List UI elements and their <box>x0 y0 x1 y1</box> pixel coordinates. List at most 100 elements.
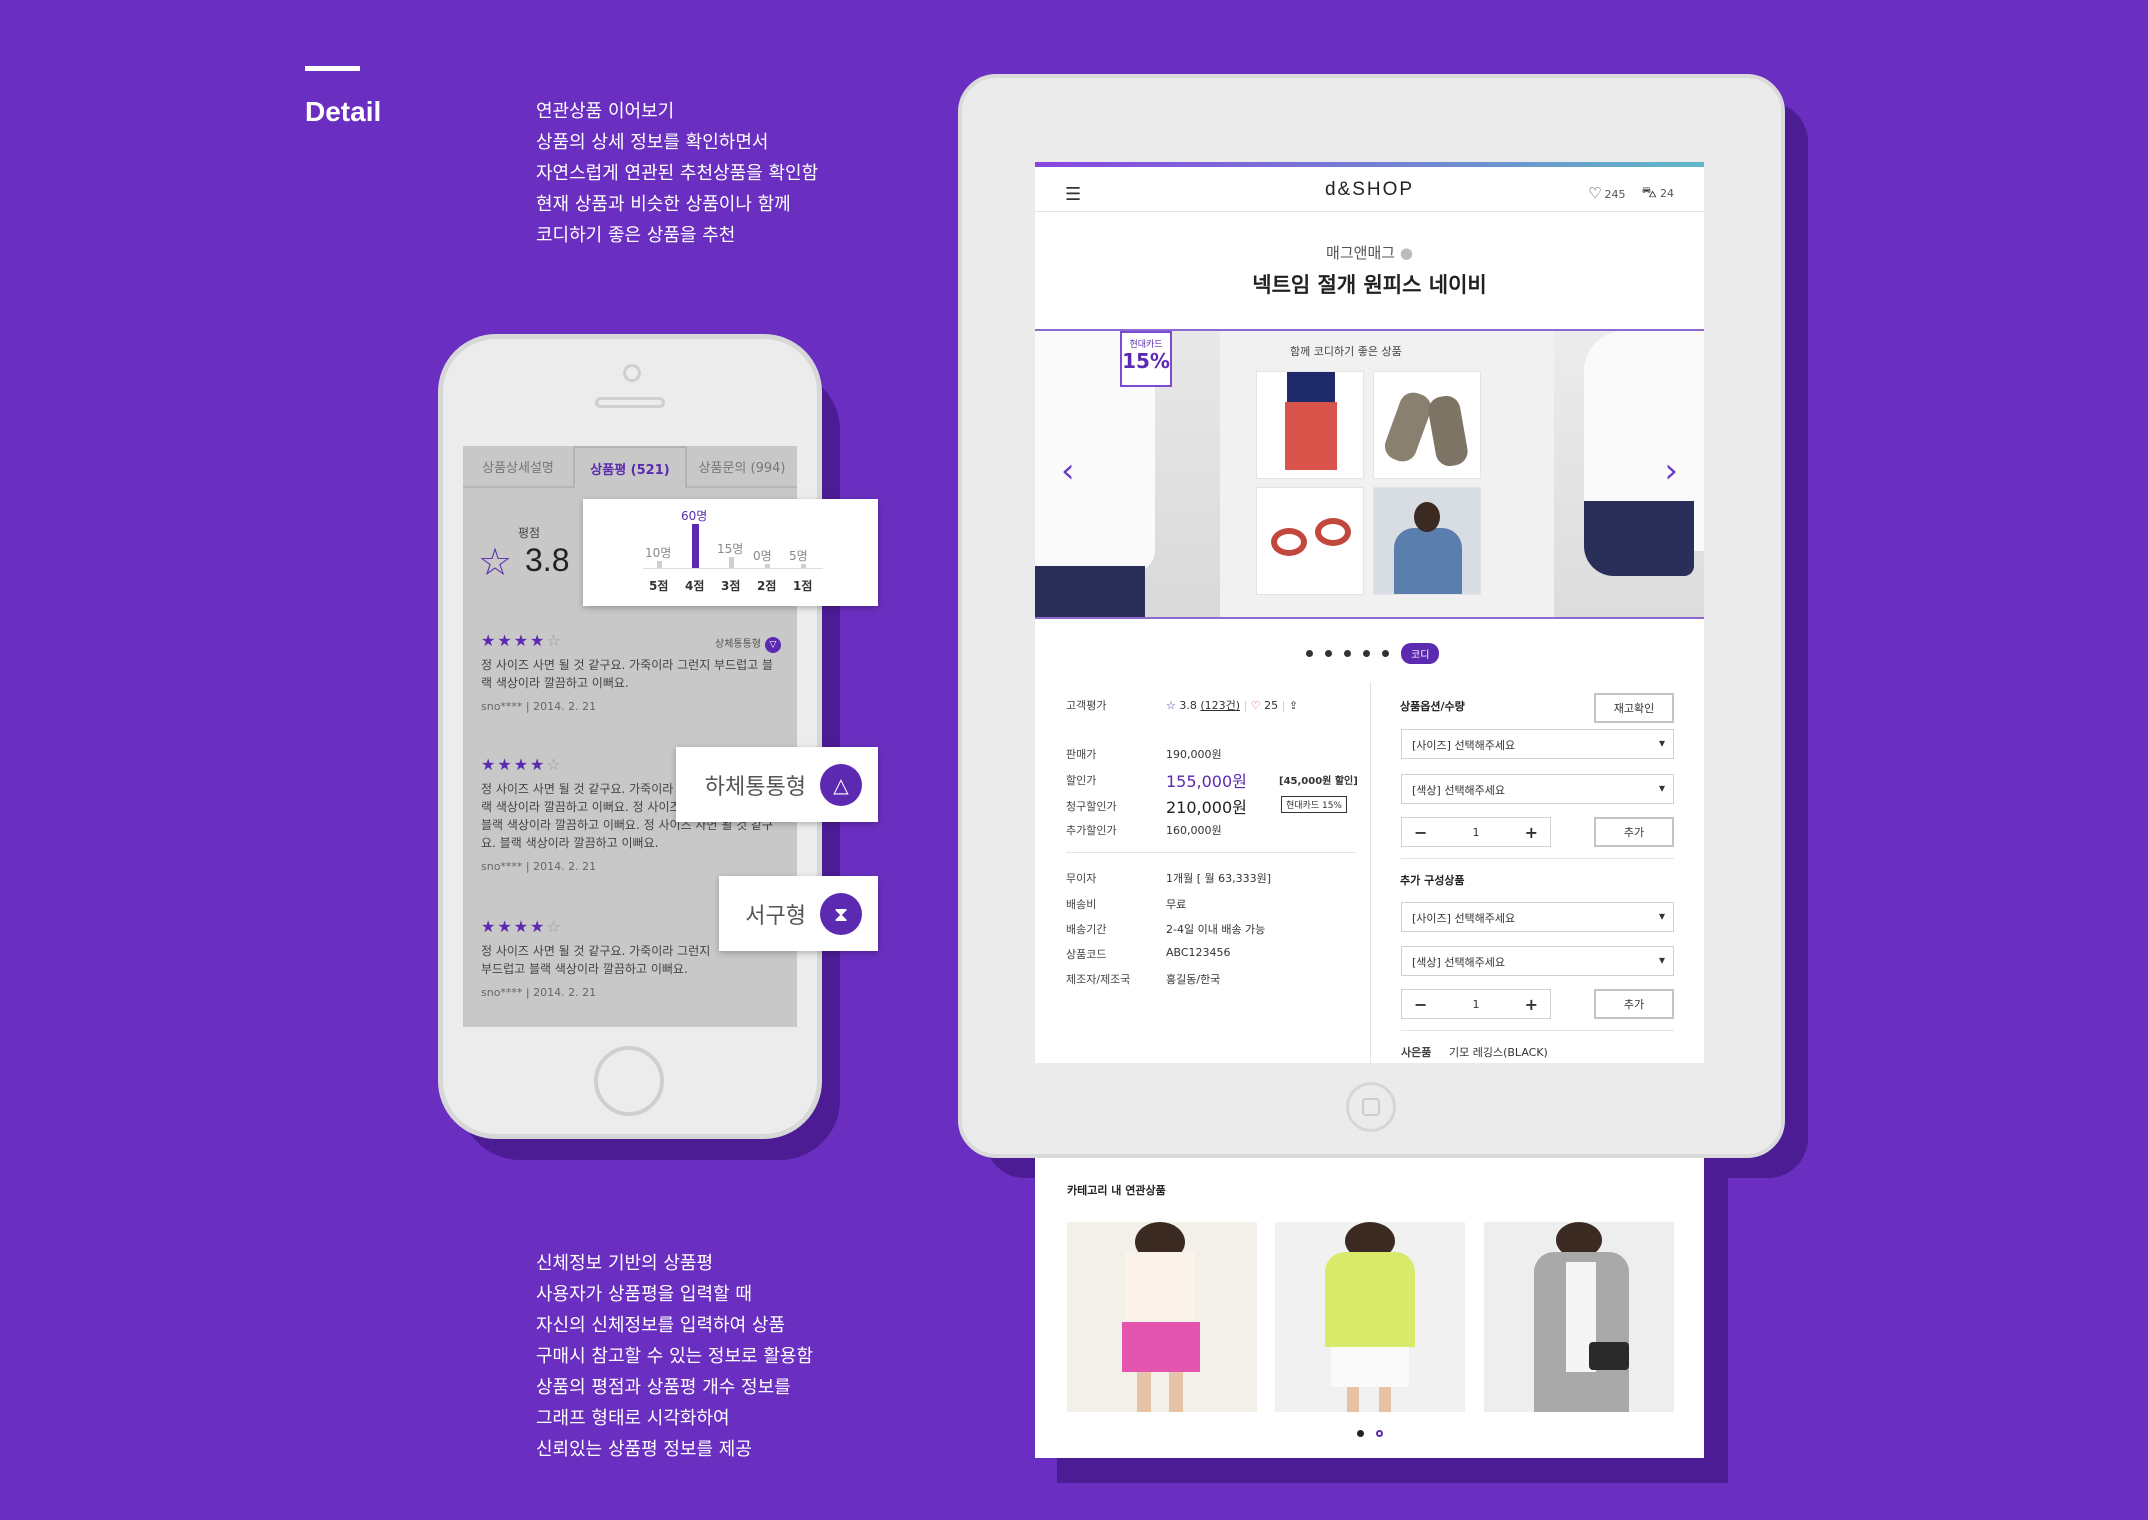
related-title: 카테고리 내 연관상품 <box>1067 1184 1166 1197</box>
desc-line: 상품의 평점과 상품평 개수 정보를 <box>536 1377 791 1398</box>
body-type-badge-lower[interactable]: 하체통통형 △ <box>676 747 878 822</box>
chart-category-label: 1점 <box>793 579 813 593</box>
color-select[interactable]: [색상] 선택해주세요 <box>1401 774 1674 804</box>
stock-check-button[interactable]: 재고확인 <box>1594 693 1674 723</box>
related-pagination <box>1357 1430 1383 1437</box>
section-title: Detail <box>305 96 382 127</box>
info-key: 배송비 <box>1066 898 1097 911</box>
chart-bar <box>692 524 699 568</box>
extra-discount-price: 160,000원 <box>1166 824 1222 837</box>
page-dot[interactable] <box>1363 650 1370 657</box>
info-key: 할인가 <box>1066 774 1097 787</box>
plus-button[interactable]: + <box>1525 823 1538 842</box>
chart-bar <box>801 564 806 568</box>
page-dot[interactable] <box>1382 650 1389 657</box>
cart-button[interactable]: ⛍ 24 <box>1642 183 1674 203</box>
share-icon[interactable]: ⇪ <box>1289 699 1298 712</box>
minus-button[interactable]: − <box>1414 995 1427 1014</box>
model-image-right <box>1554 331 1704 617</box>
tab-reviews[interactable]: 상품평 (521) <box>573 446 687 488</box>
info-value: 홍길동/한국 <box>1166 973 1221 986</box>
product-name: 넥트임 절개 원피스 네이비 <box>1252 273 1487 297</box>
slider-next-arrow[interactable]: › <box>1664 451 1678 491</box>
tab-product-detail[interactable]: 상품상세설명 <box>463 446 573 486</box>
chart-bar <box>729 557 734 568</box>
addon-add-button[interactable]: 추가 <box>1594 989 1674 1019</box>
size-select[interactable]: [사이즈] 선택해주세요 <box>1401 729 1674 759</box>
page-dot[interactable] <box>1344 650 1351 657</box>
gift-label: 사은품 <box>1401 1046 1432 1059</box>
coordinate-item-denim-jacket[interactable] <box>1373 487 1481 595</box>
coordinate-item-skirt[interactable] <box>1256 371 1364 479</box>
body-type-tag[interactable]: 상체통통형 ▽ <box>715 636 781 654</box>
chevron-right-icon: ● <box>1399 244 1413 262</box>
related-product-3[interactable] <box>1484 1222 1674 1412</box>
addon-color-select[interactable]: [색상] 선택해주세요 <box>1401 946 1674 976</box>
discount-price: 155,000원 <box>1166 772 1247 791</box>
wishlist-button[interactable]: ♡ 245 <box>1588 184 1625 202</box>
wishlist-count: 245 <box>1604 188 1626 201</box>
review-item: ★★★★☆ 상체통통형 ▽ 정 사이즈 사면 될 것 같구요. 가죽이라 그런지 … <box>481 632 781 716</box>
page-dot[interactable] <box>1357 1430 1364 1437</box>
plus-button[interactable]: + <box>1525 995 1538 1014</box>
addon-size-select[interactable]: [사이즈] 선택해주세요 <box>1401 902 1674 932</box>
phone-home-button[interactable] <box>594 1046 664 1116</box>
info-key: 청구할인가 <box>1066 800 1117 813</box>
options-label: 상품옵션/수량 <box>1400 700 1465 713</box>
chart-value-label: 0명 <box>753 549 772 563</box>
body-type-badge-western[interactable]: 서구형 ⧗ <box>719 876 878 951</box>
page-dot[interactable] <box>1306 650 1313 657</box>
slider-pagination: 코디 <box>1306 643 1440 664</box>
related-product-2[interactable] <box>1275 1222 1465 1412</box>
minus-button[interactable]: − <box>1414 823 1427 842</box>
rating: 3.8 <box>1179 699 1197 712</box>
desc-line: 코디하기 좋은 상품을 추천 <box>536 225 736 246</box>
chart-bar <box>657 560 662 568</box>
brand-name[interactable]: 매그앤매그 ● <box>1035 242 1704 263</box>
coordinate-item-shoes[interactable] <box>1373 371 1481 479</box>
heart-icon[interactable]: ♡ <box>1251 699 1261 712</box>
tab-product-qna[interactable]: 상품문의 (994) <box>687 446 797 486</box>
review-stars: ★★★★☆ <box>481 755 563 774</box>
info-value: 2-4일 이내 배송 가능 <box>1166 923 1266 936</box>
chart-bar <box>765 564 770 568</box>
related-product-1[interactable] <box>1067 1222 1257 1412</box>
body-type-icon: ▽ <box>765 637 781 653</box>
triangle-icon: △ <box>820 763 862 806</box>
description-bottom: 신체정보 기반의 상품평 사용자가 상품평을 입력할 때 자신의 신체정보를 입… <box>536 1248 813 1465</box>
review-item: ★★★★☆ 정 사이즈 사면 될 것 같구요. 가죽이라 그런지 부드럽고 블랙… <box>481 755 777 876</box>
divider <box>1066 852 1356 853</box>
phone-camera <box>623 364 641 382</box>
tablet-home-button[interactable] <box>1346 1082 1396 1132</box>
card-tag: 현대카드 15% <box>1281 796 1347 813</box>
cart-count: 24 <box>1660 187 1674 200</box>
desc-line: 연관상품 이어보기 <box>536 101 675 122</box>
product-image-slider: 현대카드 15% ‹ › 함께 코디하기 좋은 상품 <box>1035 329 1704 619</box>
review-text: 정 사이즈 사면 될 것 같구요. 가죽이라 그런지 부드럽고 블랙 색상이라 … <box>481 944 711 976</box>
addon-quantity-stepper: − 1 + <box>1401 989 1551 1019</box>
info-value: 1개월 [ 월 63,333원] <box>1166 872 1272 885</box>
coordinate-item-sunglasses[interactable] <box>1256 487 1364 595</box>
desc-line: 그래프 형태로 시각화하여 <box>536 1408 730 1429</box>
rating-count[interactable]: (123건) <box>1200 699 1240 712</box>
add-button[interactable]: 추가 <box>1594 817 1674 847</box>
chart-category-label: 3점 <box>721 579 741 593</box>
page-dot[interactable] <box>1325 650 1332 657</box>
review-tabs: 상품상세설명 상품평 (521) 상품문의 (994) <box>463 446 797 488</box>
body-type-label: 서구형 <box>745 903 806 929</box>
review-meta: sno**** | 2014. 2. 21 <box>481 860 597 873</box>
billing-price: 210,000원 <box>1166 798 1247 817</box>
desc-line: 자신의 신체정보를 입력하여 상품 <box>536 1315 786 1336</box>
slider-prev-arrow[interactable]: ‹ <box>1061 451 1075 491</box>
addon-label: 추가 구성상품 <box>1400 874 1465 887</box>
discount-amount: [45,000원 할인] <box>1279 776 1358 787</box>
coordinate-tag[interactable]: 코디 <box>1401 643 1440 664</box>
rating-value: 3.8 <box>525 542 570 578</box>
info-key: 판매가 <box>1066 748 1097 761</box>
related-products-panel: 카테고리 내 연관상품 <box>1035 1158 1704 1458</box>
page-dot[interactable] <box>1376 1430 1383 1437</box>
quantity-value[interactable]: 1 <box>1473 826 1480 839</box>
quantity-value[interactable]: 1 <box>1473 998 1480 1011</box>
section-accent-bar <box>305 66 360 71</box>
hourglass-icon: ⧗ <box>820 892 862 935</box>
